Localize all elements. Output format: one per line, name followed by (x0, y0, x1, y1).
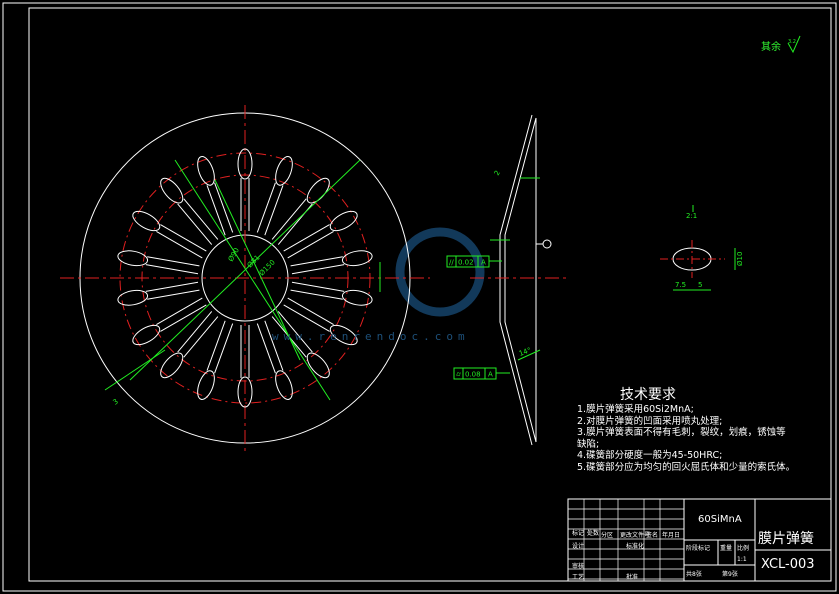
tb-label: 批准 (626, 574, 639, 581)
dim-text: Ø10 (736, 252, 744, 266)
title-block-material: 60SiMnA (698, 514, 742, 525)
notes-title: 技术要求 (620, 387, 676, 403)
finger-slot (145, 281, 200, 300)
tb-label: 审核 (572, 563, 585, 570)
tb-label: 第9张 (722, 571, 738, 578)
inner-border (28, 7, 832, 582)
tb-label: 共8张 (686, 571, 702, 578)
note-line: 4.碟簧部分硬度一般为45-50HRC; (577, 450, 723, 462)
finger-slot (256, 320, 284, 374)
watermark-logo (395, 227, 485, 317)
note-line: 5.碟簧部分应为均匀的回火屈氏体和少量的索氏体。 (577, 461, 796, 473)
watermark: www.renrendoc.com (272, 330, 470, 343)
finger-hole (329, 210, 358, 232)
note-line: 1.膜片弹簧采用60Si2MnA; (577, 404, 694, 415)
finger-hole (341, 289, 373, 306)
tolerance-symbol: ⌭ (456, 371, 461, 379)
dim-line (174, 159, 331, 401)
finger-hole (160, 352, 184, 379)
datum-marker (542, 239, 552, 249)
tb-label: 分区 (601, 532, 614, 539)
finger-slot (145, 256, 200, 275)
engineering-drawing: Ø90 Ø81Ø1503214°//0.02 A⌭ 0.08 A2:1Ø107.5 53.… (2, 2, 837, 592)
detail-scale: 2:1 (686, 212, 697, 220)
tb-label: 处数 (587, 530, 600, 537)
outer-border (2, 2, 837, 592)
dim-text: Ø90 (227, 247, 241, 263)
note-line: 3.膜片弹簧表面不得有毛刺，裂纹，划痕，锈蚀等 (577, 427, 786, 439)
finger-hole (306, 177, 330, 204)
tolerance-value: 0.08 (465, 371, 481, 379)
finger-slot (290, 256, 345, 275)
tolerance-symbol: // (449, 259, 454, 267)
tolerance-value: 0.02 (458, 259, 474, 267)
tb-label: 设计 (572, 543, 585, 550)
finger-slot (206, 320, 234, 374)
tb-label: 签名 (646, 532, 659, 539)
finger-slot (290, 281, 345, 300)
title-block-code: XCL-003 (761, 557, 815, 572)
note-line: 缺陷; (577, 438, 600, 450)
roughness-label: 其余 (761, 42, 781, 53)
technical-notes: 1.膜片弹簧采用60Si2MnA; 2.对膜片弹簧的凹面采用喷丸处理; 3.膜片… (577, 404, 827, 474)
tolerance-datum: A (481, 259, 486, 267)
tb-label: 重量 (720, 545, 733, 552)
tb-label: 工艺 (572, 574, 585, 581)
dim-text: 7.5 (675, 281, 686, 289)
section-outline (504, 117, 537, 443)
tb-label: 阶段标记 (686, 545, 711, 552)
finger-slot (256, 182, 284, 236)
dim-line (104, 349, 166, 391)
roughness-note: 其余 (761, 38, 781, 53)
note-line: 2.对膜片弹簧的凹面采用喷丸处理; (577, 415, 723, 427)
dim-text: 5 (698, 281, 702, 289)
tb-label: 标记 (572, 530, 585, 537)
tb-label: 年月日 (662, 532, 681, 539)
dim-text: 2 (493, 169, 502, 177)
tb-label: 比例 (737, 545, 750, 552)
finger-hole (160, 177, 184, 204)
title-block-part-name: 膜片弹簧 (758, 531, 814, 547)
finger-hole (132, 210, 161, 232)
tb-scale: 1:1 (737, 556, 747, 563)
finger-hole (132, 324, 161, 346)
dim-text: 14° (518, 346, 532, 358)
tb-label: 标准化 (626, 543, 645, 550)
drawing-canvas: Ø90 Ø81 Ø150 3 2 14°//0.02 A ⌭ 0.08 A 2:1 Ø10 7.5 5 3.… (0, 0, 839, 594)
tolerance-datum: A (488, 371, 493, 379)
dim-text: 3 (112, 398, 120, 407)
dim-text: Ø150 (258, 258, 277, 277)
roughness-value: 3.2 (788, 39, 796, 45)
